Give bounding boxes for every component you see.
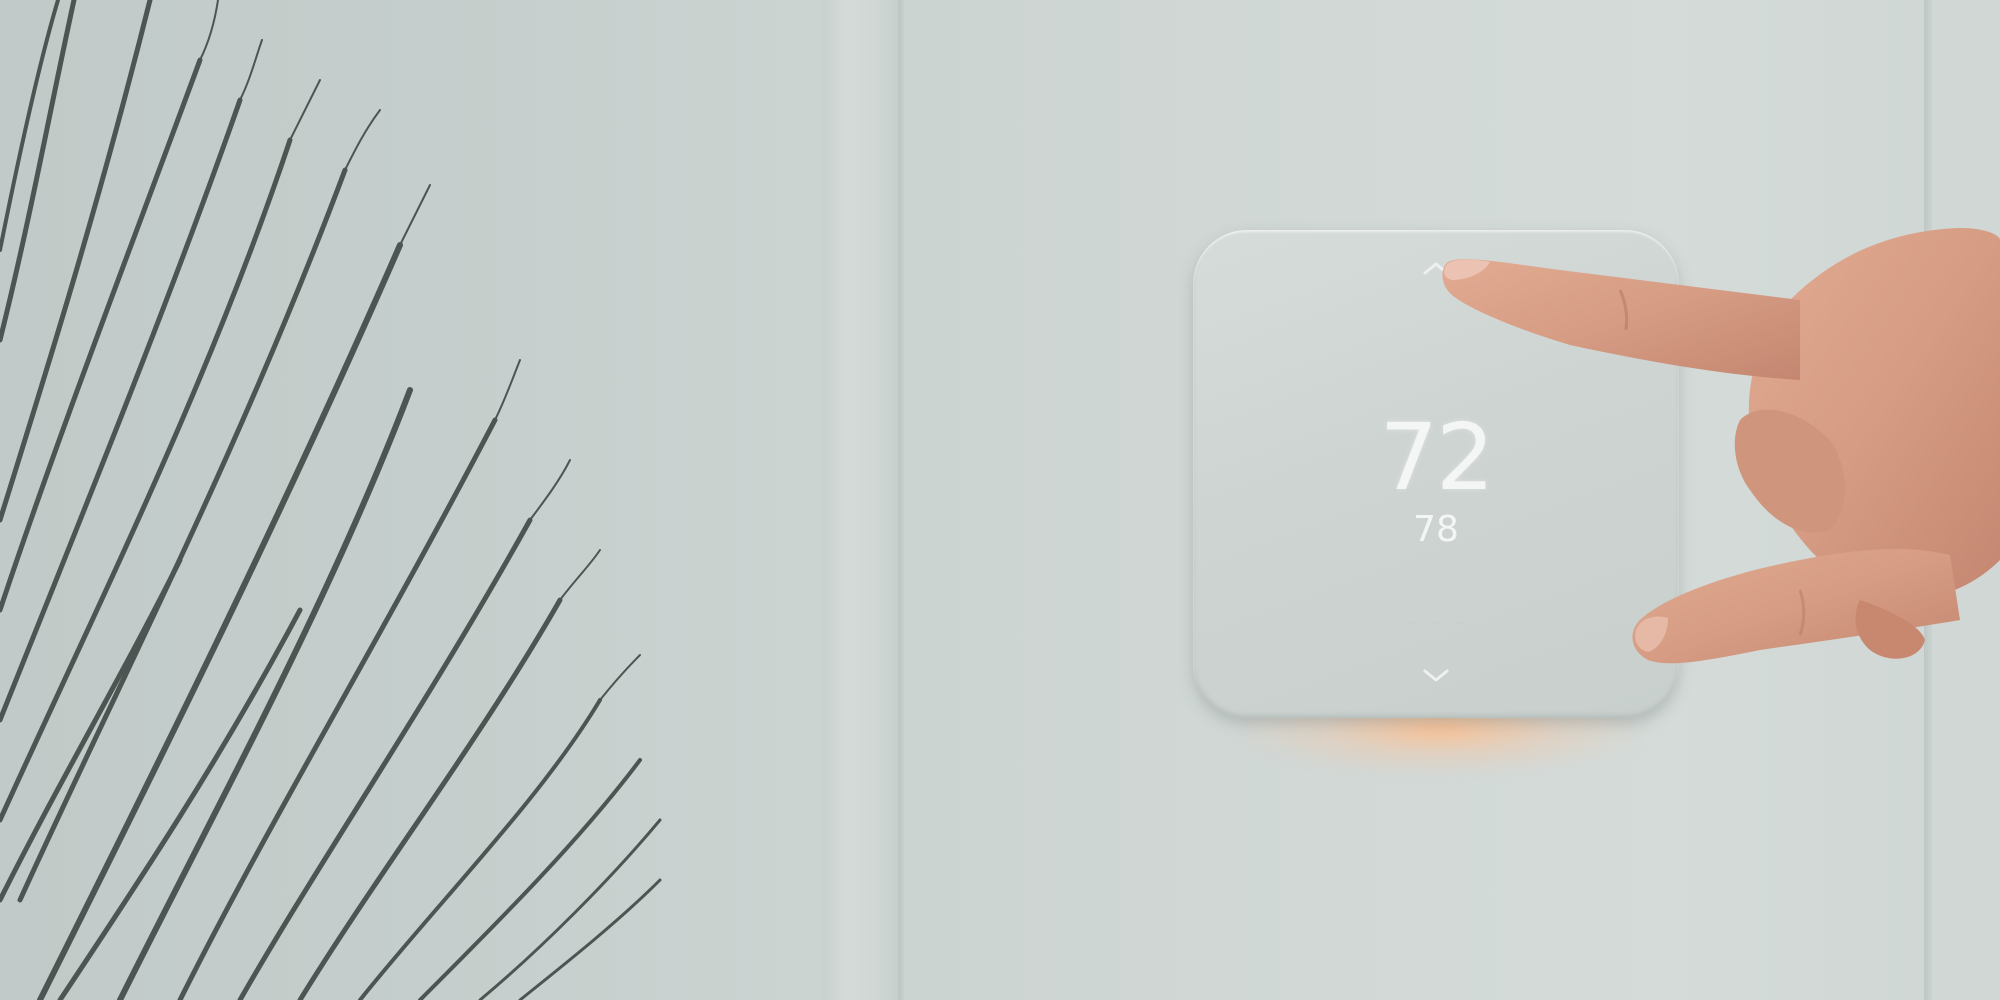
hand [1442,228,2000,664]
photo-scene: 72 78 [0,0,2000,1000]
